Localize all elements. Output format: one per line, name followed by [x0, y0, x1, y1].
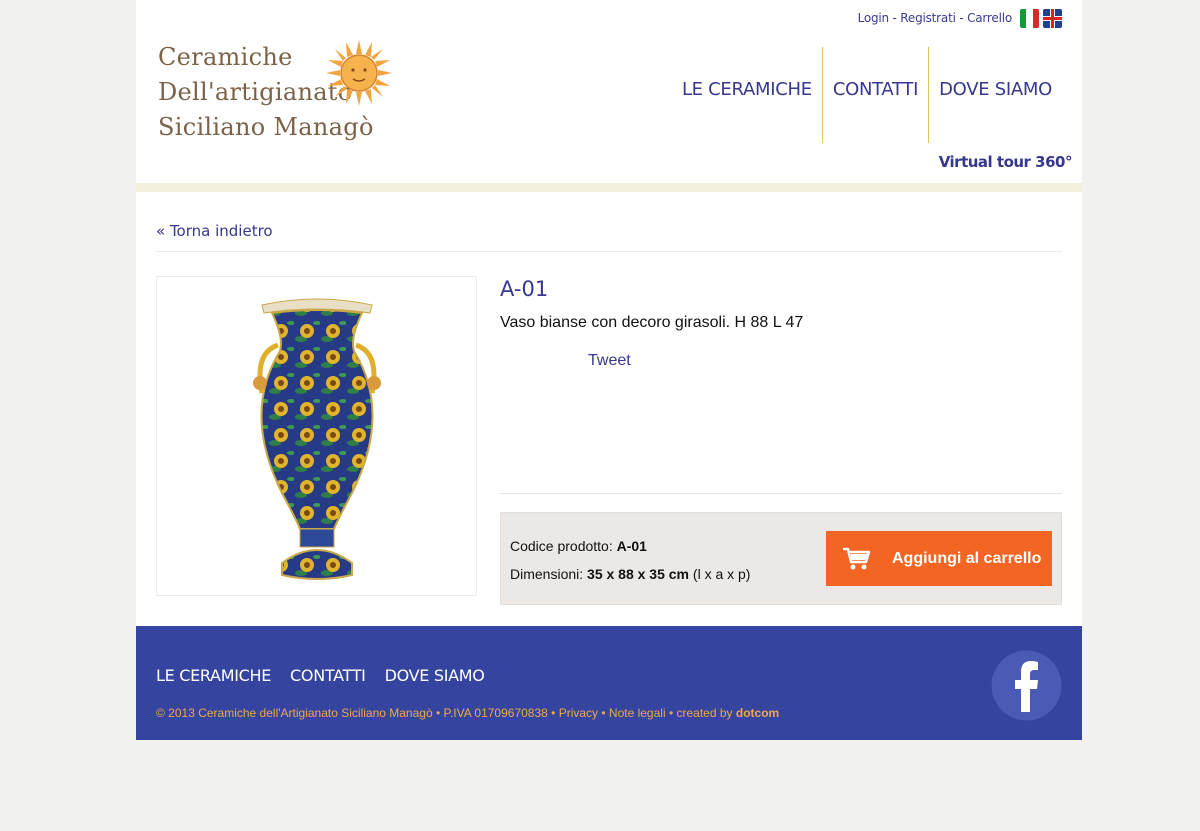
- header-divider: [136, 183, 1082, 192]
- agency-link[interactable]: dotcom: [736, 706, 779, 720]
- top-links-separator: -: [955, 11, 968, 25]
- purchase-box: Codice prodotto: A-01 Dimensioni: 35 x 8…: [500, 512, 1062, 605]
- add-to-cart-label: Aggiungi al carrello: [892, 549, 1042, 567]
- main-navigation: LE CERAMICHE CONTATTI DOVE SIAMO: [672, 47, 1062, 143]
- footer-separator: •: [598, 706, 609, 720]
- divider: [500, 493, 1062, 494]
- nav-contatti[interactable]: CONTATTI: [821, 47, 928, 143]
- footer: LE CERAMICHE CONTATTI DOVE SIAMO © 2013 …: [136, 626, 1082, 740]
- logo-line-3: Siciliano Managò: [158, 113, 374, 141]
- product-code-row: Codice prodotto: A-01: [510, 538, 647, 554]
- product-code-value: A-01: [616, 538, 647, 554]
- privacy-link[interactable]: Privacy: [559, 706, 598, 720]
- footer-copyright: © 2013 Ceramiche dell'Artigianato Sicili…: [156, 706, 779, 720]
- footer-nav-dove-siamo[interactable]: DOVE SIAMO: [385, 666, 485, 685]
- created-by-text: • created by: [665, 706, 736, 720]
- top-links-separator: -: [888, 11, 901, 25]
- facebook-icon[interactable]: [991, 650, 1062, 721]
- dimensions-value: 35 x 88 x 35 cm: [587, 566, 690, 582]
- sun-logo-icon: [326, 40, 392, 106]
- divider: [156, 251, 1062, 252]
- add-to-cart-button[interactable]: Aggiungi al carrello: [826, 531, 1052, 586]
- product-image[interactable]: [156, 276, 477, 596]
- legal-notes-link[interactable]: Note legali: [609, 706, 666, 720]
- dimensions-suffix: (l x a x p): [689, 566, 751, 582]
- top-links: Login - Registrati - Carrello: [858, 11, 1013, 25]
- nav-dove-siamo[interactable]: DOVE SIAMO: [928, 47, 1062, 143]
- language-switcher: [1020, 9, 1062, 28]
- virtual-tour-link[interactable]: Virtual tour 360°: [939, 153, 1073, 171]
- dimensions-row: Dimensioni: 35 x 88 x 35 cm (l x a x p): [510, 566, 750, 582]
- footer-navigation: LE CERAMICHE CONTATTI DOVE SIAMO: [156, 666, 485, 685]
- product-description: Vaso bianse con decoro girasoli. H 88 L …: [500, 314, 804, 331]
- cart-link[interactable]: Carrello: [967, 11, 1012, 25]
- footer-nav-le-ceramiche[interactable]: LE CERAMICHE: [156, 666, 271, 685]
- vase-illustration: [253, 298, 381, 580]
- cart-icon: [843, 547, 871, 569]
- register-link[interactable]: Registrati: [900, 11, 956, 25]
- footer-nav-contatti[interactable]: CONTATTI: [290, 666, 366, 685]
- page-container: Login - Registrati - Carrello Ceramiche …: [136, 0, 1082, 626]
- dimensions-label: Dimensioni:: [510, 566, 588, 582]
- copyright-text: © 2013 Ceramiche dell'Artigianato Sicili…: [156, 706, 559, 720]
- product-title: A-01: [500, 277, 549, 301]
- product-code-label: Codice prodotto:: [510, 538, 617, 554]
- back-link[interactable]: « Torna indietro: [156, 222, 273, 240]
- nav-le-ceramiche[interactable]: LE CERAMICHE: [672, 47, 822, 143]
- uk-flag-icon[interactable]: [1043, 9, 1062, 28]
- italian-flag-icon[interactable]: [1020, 9, 1039, 28]
- login-link[interactable]: Login: [858, 11, 890, 25]
- tweet-button[interactable]: Tweet: [588, 352, 631, 370]
